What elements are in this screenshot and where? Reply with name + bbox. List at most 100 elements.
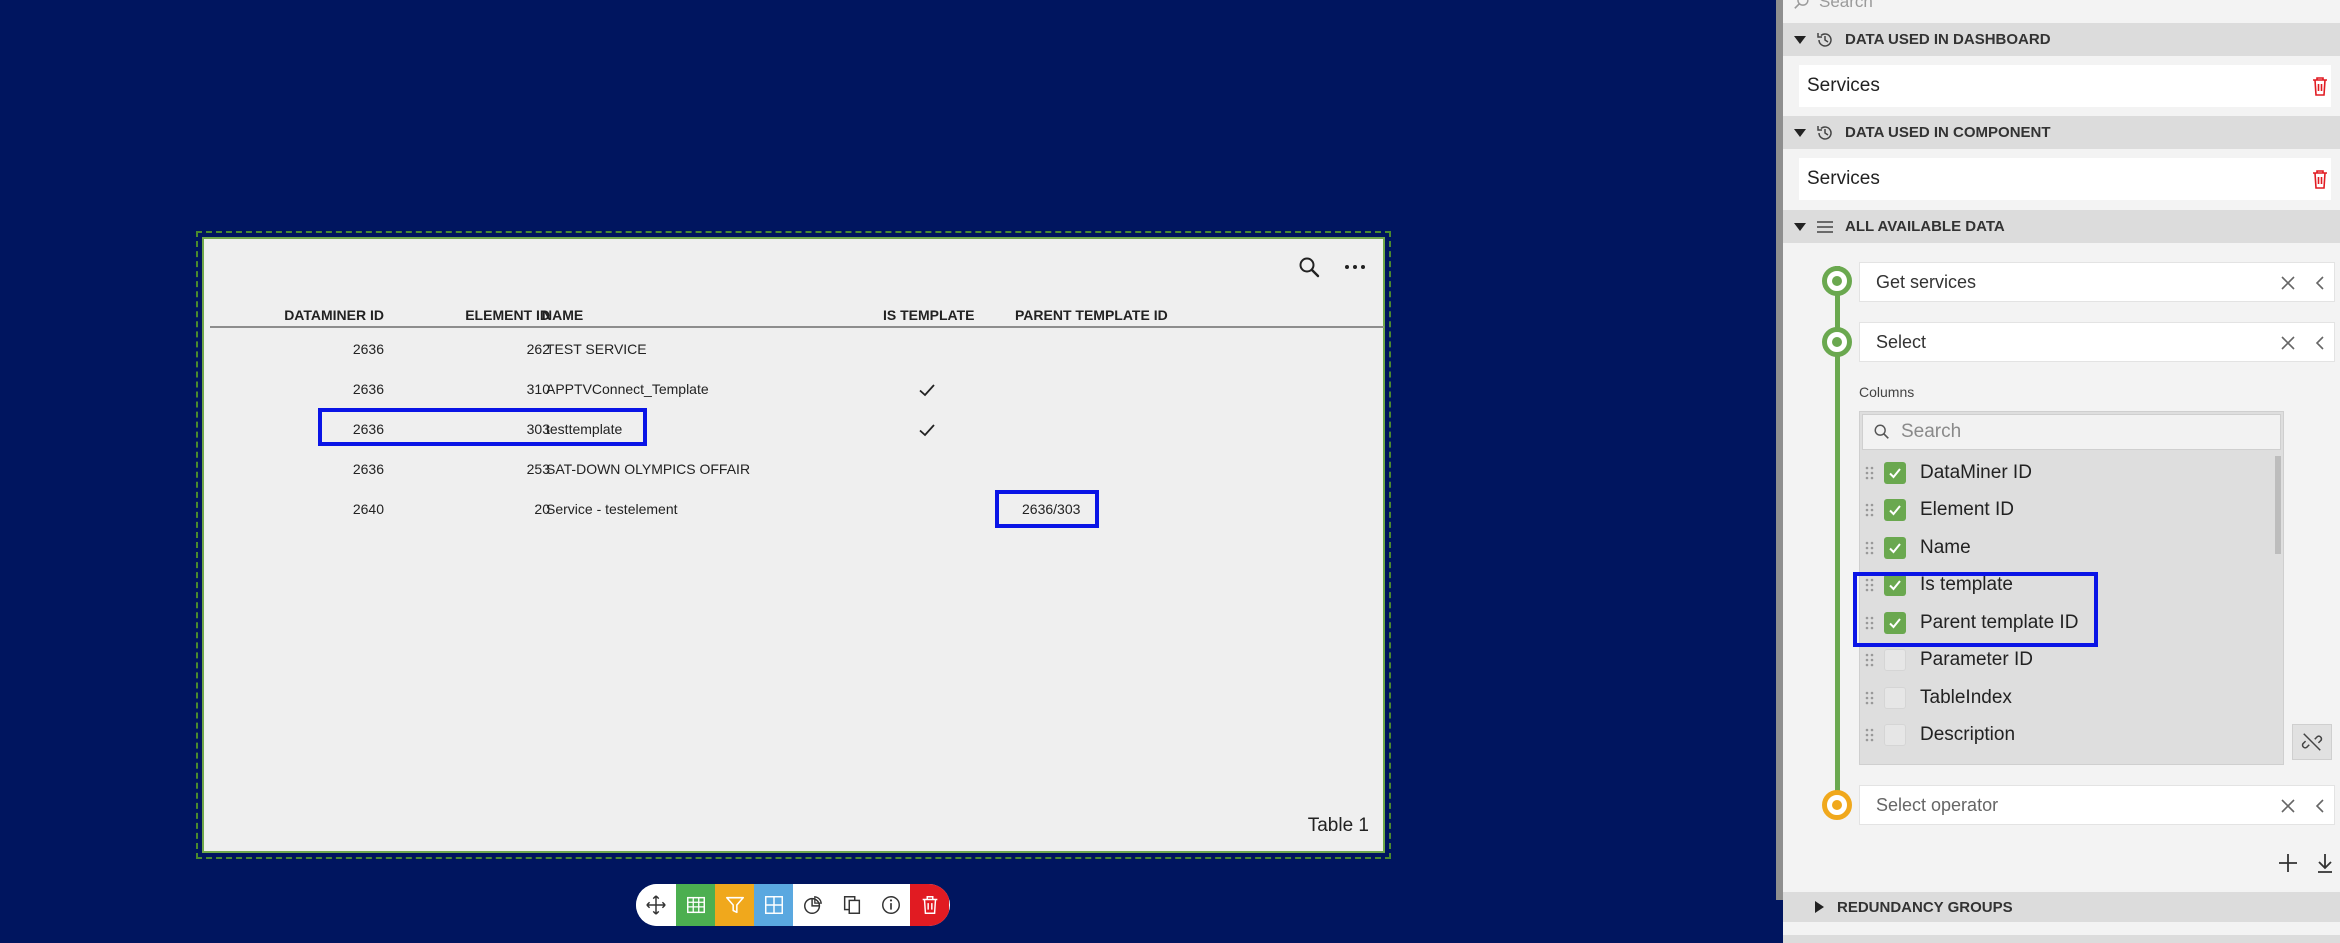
unlink-icon: [2301, 733, 2323, 751]
select-operator-placeholder: Select operator: [1876, 794, 1999, 815]
column-option-label: DataMiner ID: [1920, 462, 2032, 483]
table-row[interactable]: 2636 310 APPTVConnect_Template: [210, 370, 1384, 410]
table-row[interactable]: 2636 262 TEST SERVICE: [210, 330, 1384, 370]
drag-handle-icon[interactable]: [1864, 652, 1876, 668]
columns-label: Columns: [1859, 384, 1915, 400]
table-component-body: DATAMINER ID ELEMENT ID NAME IS TEMPLATE…: [202, 237, 1385, 853]
section-data-used-in-dashboard[interactable]: DATA USED IN DASHBOARD: [1783, 23, 2340, 56]
filter-button[interactable]: [715, 884, 754, 926]
table-row[interactable]: 2636 253 SAT-DOWN OLYMPICS OFFAIR: [210, 450, 1384, 490]
column-option-tableindex[interactable]: TableIndex: [1864, 681, 2264, 715]
column-option-label: Description: [1920, 724, 2016, 745]
drag-handle-icon[interactable]: [1864, 502, 1876, 518]
info-button[interactable]: [871, 884, 910, 926]
column-option-dataminer-id[interactable]: DataMiner ID: [1864, 456, 2264, 490]
pie-chart-icon: [803, 896, 822, 914]
select-operator-dropdown[interactable]: Select operator: [1859, 785, 2335, 825]
cell-dataminer-id: 2636: [352, 341, 384, 357]
highlight-box-parent-template-cell: [995, 490, 1099, 528]
move-button[interactable]: [636, 884, 676, 926]
close-icon[interactable]: [2278, 796, 2298, 816]
column-option-label: Name: [1920, 537, 1971, 558]
drag-handle-icon[interactable]: [1864, 540, 1876, 556]
caret-down-icon: [1794, 35, 1806, 44]
query-step-select[interactable]: Select: [1859, 322, 2335, 362]
table-view-button[interactable]: [676, 884, 715, 926]
chevron-left-icon[interactable]: [2312, 796, 2328, 816]
column-header-element-id[interactable]: ELEMENT ID: [465, 307, 550, 323]
column-option-description[interactable]: Description: [1864, 718, 2264, 752]
component-data-item[interactable]: Services: [1799, 158, 2331, 200]
column-option-name[interactable]: Name: [1864, 531, 2264, 565]
chart-button[interactable]: [793, 884, 832, 926]
data-item-label: Services: [1807, 75, 1880, 96]
checkbox[interactable]: [1884, 649, 1906, 671]
section-redundancy-groups[interactable]: REDUNDANCY GROUPS: [1783, 892, 2340, 922]
more-horizontal-icon[interactable]: [1337, 255, 1373, 281]
section-title: DATA USED IN DASHBOARD: [1845, 31, 2051, 48]
panel-search[interactable]: Search: [1793, 0, 2323, 14]
checkbox[interactable]: [1884, 499, 1906, 521]
cell-dataminer-id: 2636: [352, 461, 384, 477]
unlink-button[interactable]: [2292, 724, 2332, 760]
panel-resize-handle[interactable]: [1776, 0, 1783, 900]
pipeline-node: [1822, 266, 1852, 296]
cell-dataminer-id: 2640: [352, 501, 384, 517]
data-item-label: Services: [1807, 168, 1880, 189]
search-icon[interactable]: [1297, 255, 1323, 281]
close-icon[interactable]: [2278, 273, 2298, 293]
table-component[interactable]: DATAMINER ID ELEMENT ID NAME IS TEMPLATE…: [196, 231, 1391, 859]
checkbox[interactable]: [1884, 462, 1906, 484]
query-step-get-services[interactable]: Get services: [1859, 262, 2335, 302]
copy-icon: [843, 896, 860, 914]
checkmark-icon: [918, 382, 936, 398]
cell-name: APPTVConnect_Template: [546, 381, 709, 397]
list-icon: [1817, 220, 1833, 233]
dashboard-data-item[interactable]: Services: [1799, 65, 2331, 107]
column-header-dataminer-id[interactable]: DATAMINER ID: [284, 307, 384, 323]
cell-dataminer-id: 2636: [352, 381, 384, 397]
add-icon[interactable]: [2275, 850, 2301, 876]
history-icon: [1817, 125, 1832, 140]
table-row[interactable]: 2640 20 Service - testelement 2636/303: [210, 490, 1384, 530]
checkbox[interactable]: [1884, 537, 1906, 559]
section-title: DATA USED IN COMPONENT: [1845, 124, 2051, 141]
drag-handle-icon[interactable]: [1864, 727, 1876, 743]
column-option-label: TableIndex: [1920, 687, 2012, 708]
cell-name: TEST SERVICE: [546, 341, 647, 357]
trash-icon[interactable]: [2309, 75, 2331, 97]
checkbox[interactable]: [1884, 724, 1906, 746]
cell-name: SAT-DOWN OLYMPICS OFFAIR: [546, 461, 751, 477]
pipeline-node: [1822, 327, 1852, 357]
trash-icon: [922, 896, 937, 914]
download-icon[interactable]: [2313, 850, 2337, 876]
columns-scrollbar[interactable]: [2275, 456, 2281, 554]
column-option-element-id[interactable]: Element ID: [1864, 493, 2264, 527]
drag-handle-icon[interactable]: [1864, 690, 1876, 706]
column-header-name[interactable]: NAME: [542, 307, 583, 323]
delete-button[interactable]: [910, 884, 949, 926]
column-option-parameter-id[interactable]: Parameter ID: [1864, 643, 2264, 677]
move-icon: [646, 895, 666, 915]
section-data-used-in-component[interactable]: DATA USED IN COMPONENT: [1783, 116, 2340, 149]
filter-icon: [725, 896, 744, 914]
table-header: DATAMINER ID ELEMENT ID NAME IS TEMPLATE…: [210, 297, 1384, 328]
close-icon[interactable]: [2278, 333, 2298, 353]
query-step-label: Get services: [1876, 271, 1977, 292]
grid-view-button[interactable]: [754, 884, 793, 926]
column-header-parent-template-id[interactable]: PARENT TEMPLATE ID: [1015, 307, 1168, 323]
columns-search-input[interactable]: Search: [1862, 414, 2281, 450]
section-collapsed-next[interactable]: [1783, 935, 2340, 943]
chevron-left-icon[interactable]: [2312, 273, 2328, 293]
column-header-is-template[interactable]: IS TEMPLATE: [883, 307, 975, 323]
drag-handle-icon[interactable]: [1864, 465, 1876, 481]
duplicate-button[interactable]: [832, 884, 871, 926]
section-all-available-data[interactable]: ALL AVAILABLE DATA: [1783, 210, 2340, 243]
caret-down-icon: [1794, 128, 1806, 137]
chevron-left-icon[interactable]: [2312, 333, 2328, 353]
columns-search-placeholder: Search: [1901, 421, 1962, 442]
trash-icon[interactable]: [2309, 168, 2331, 190]
data-panel: Search DATA USED IN DASHBOARD Services D…: [1783, 0, 2340, 943]
checkbox[interactable]: [1884, 687, 1906, 709]
info-icon: [881, 896, 900, 914]
